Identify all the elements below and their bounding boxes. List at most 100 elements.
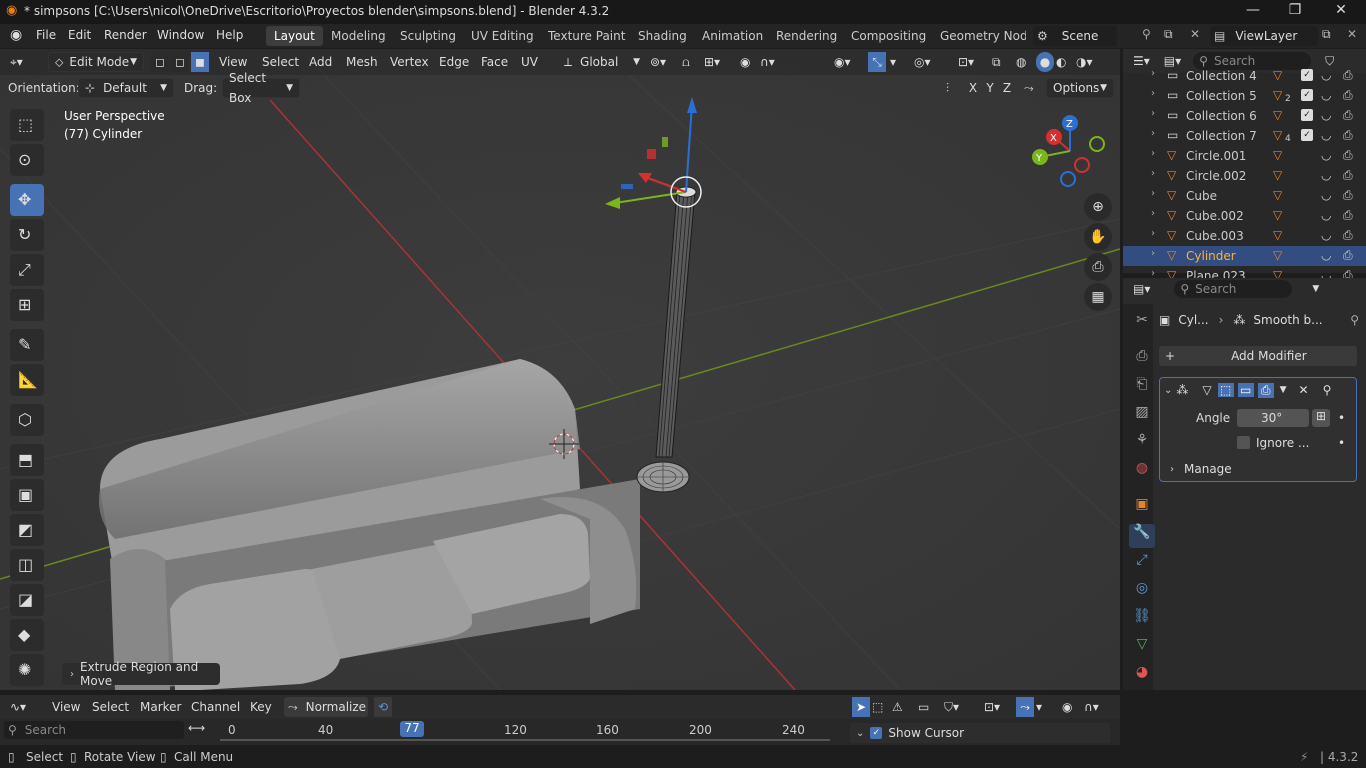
options-dropdown[interactable]: Options ▼ bbox=[1046, 78, 1114, 98]
spin-tool[interactable]: ✺ bbox=[10, 654, 44, 686]
menu-edit[interactable]: Edit bbox=[68, 28, 91, 42]
tab-shading[interactable]: Shading bbox=[630, 26, 695, 46]
rendered-shading-icon[interactable]: ◑▾ bbox=[1076, 52, 1093, 72]
poly-build-tool[interactable]: ◆ bbox=[10, 619, 44, 651]
blender-menu-icon[interactable]: ◉ bbox=[10, 27, 22, 43]
menu-help[interactable]: Help bbox=[216, 28, 243, 42]
exclude-checkbox[interactable]: ✓ bbox=[1301, 69, 1313, 81]
keyframe-dot-icon[interactable]: • bbox=[1338, 411, 1345, 425]
world-tab-icon[interactable]: ◍ bbox=[1129, 460, 1155, 484]
falloff-icon[interactable]: ∩▾ bbox=[760, 52, 775, 72]
outliner-row[interactable]: › ▭ Collection 5 ▽ 2 ✓ ◡ ⎙ bbox=[1123, 86, 1366, 106]
current-frame-indicator[interactable]: 77 bbox=[400, 721, 424, 737]
menu-window[interactable]: Window bbox=[157, 28, 204, 42]
viewport-menu-edge[interactable]: Edge bbox=[439, 52, 469, 72]
rotate-tool[interactable]: ↻ bbox=[10, 219, 44, 251]
knife-tool[interactable]: ◪ bbox=[10, 584, 44, 616]
cursor-tool[interactable]: ⊙ bbox=[10, 144, 44, 176]
tab-animation[interactable]: Animation bbox=[694, 26, 771, 46]
bevel-tool[interactable]: ◩ bbox=[10, 514, 44, 546]
mesh-edit-overlay-icon[interactable]: ⊡▾ bbox=[958, 52, 974, 72]
pin-icon[interactable]: ⚲ bbox=[1323, 383, 1332, 397]
timeline-menu-channel[interactable]: Channel bbox=[191, 697, 240, 717]
expand-arrow-icon[interactable]: › bbox=[1151, 128, 1155, 139]
auto-normalize-icon[interactable]: ⟲ bbox=[374, 697, 392, 717]
viewport-menu-vertex[interactable]: Vertex bbox=[390, 52, 429, 72]
viewlayer-selector[interactable]: ▤ ViewLayer bbox=[1210, 26, 1318, 46]
timeline-search-input[interactable]: ⚲ Search bbox=[4, 721, 184, 739]
expand-arrow-icon[interactable]: › bbox=[1151, 248, 1155, 259]
snap-dropdown-icon[interactable]: ▾ bbox=[1036, 697, 1042, 717]
errors-icon[interactable]: ⚠ bbox=[892, 697, 903, 717]
camera-render-icon[interactable]: ⎙ bbox=[1343, 188, 1353, 203]
collapse-icon[interactable]: ⌄ bbox=[1164, 385, 1172, 396]
properties-search-input[interactable]: ⚲ Search bbox=[1174, 280, 1293, 298]
mirror-y-toggle[interactable]: Y bbox=[983, 78, 997, 98]
visibility-eye-icon[interactable]: ◡ bbox=[1321, 88, 1331, 102]
vertex-select-icon[interactable]: ◻ bbox=[151, 52, 169, 72]
tab-uv-editing[interactable]: UV Editing bbox=[463, 26, 542, 46]
tab-layout[interactable]: Layout bbox=[266, 26, 323, 46]
pin-icon[interactable]: ⚲ bbox=[1142, 27, 1151, 41]
snap-icon[interactable]: ⤳ bbox=[1016, 697, 1034, 717]
operator-panel[interactable]: › Extrude Region and Move bbox=[62, 660, 220, 688]
data-tab-icon[interactable]: ▽ bbox=[1129, 636, 1155, 660]
visibility-eye-icon[interactable]: ◡ bbox=[1321, 128, 1331, 142]
outliner-row[interactable]: › ▽ Circle.002 ▽ ◡ ⎙ bbox=[1123, 166, 1366, 186]
expand-arrow-icon[interactable]: › bbox=[1151, 68, 1155, 79]
timeline-menu-key[interactable]: Key bbox=[250, 697, 272, 717]
navigation-gizmo[interactable]: Z X Y bbox=[1030, 111, 1110, 191]
auto-merge-icon[interactable]: ⤳ bbox=[1024, 78, 1034, 98]
camera-render-icon[interactable]: ⎙ bbox=[1343, 108, 1353, 123]
only-selected-icon[interactable]: ➤ bbox=[852, 697, 870, 717]
visibility-eye-icon[interactable]: ◡ bbox=[1321, 228, 1331, 242]
falloff-icon[interactable]: ∩▾ bbox=[1084, 697, 1099, 717]
delete-scene-icon[interactable]: ✕ bbox=[1190, 27, 1200, 41]
maximize-icon[interactable]: ❐ bbox=[1272, 2, 1318, 18]
minimize-icon[interactable]: — bbox=[1230, 2, 1276, 18]
hidden-icon[interactable]: ⬚ bbox=[872, 697, 883, 717]
expand-arrow-icon[interactable]: › bbox=[1151, 88, 1155, 99]
gizmo-toggle-icon[interactable]: ⤡ bbox=[868, 52, 886, 72]
proportional-icon[interactable]: ◉ bbox=[1062, 697, 1072, 717]
proportional-edit-icon[interactable]: ◉ bbox=[740, 52, 750, 72]
tab-geometry-nodes[interactable]: Geometry Node bbox=[932, 26, 1026, 46]
new-viewlayer-icon[interactable]: ⧉ bbox=[1322, 27, 1331, 42]
measure-tool[interactable]: 📐 bbox=[10, 364, 44, 396]
material-tab-icon[interactable]: ◕ bbox=[1129, 664, 1155, 688]
exclude-checkbox[interactable]: ✓ bbox=[1301, 89, 1313, 101]
outliner-row[interactable]: › ▭ Collection 6 ▽ ✓ ◡ ⎙ bbox=[1123, 106, 1366, 126]
face-select-icon[interactable]: ◼ bbox=[191, 52, 209, 72]
manage-subpanel[interactable]: › Manage bbox=[1170, 460, 1290, 478]
tool-tab-icon[interactable]: ✂ bbox=[1129, 312, 1155, 336]
physics-tab-icon[interactable]: ◎ bbox=[1129, 580, 1155, 604]
move-tool[interactable]: ✥ bbox=[10, 184, 44, 216]
filter-icon[interactable]: ⛉▾ bbox=[944, 697, 959, 717]
scene-tab-icon[interactable]: ⚘ bbox=[1129, 432, 1155, 456]
mirror-z-toggle[interactable]: Z bbox=[1000, 78, 1014, 98]
mirror-x-toggle[interactable]: X bbox=[966, 78, 980, 98]
gizmo-dropdown-icon[interactable]: ▾ bbox=[890, 52, 896, 72]
scene-selector[interactable]: ⚙ Scene bbox=[1033, 26, 1117, 46]
viewport-menu-add[interactable]: Add bbox=[309, 52, 332, 72]
keyframe-dot-icon[interactable]: • bbox=[1338, 436, 1345, 450]
outliner-row[interactable]: › ▽ Circle.001 ▽ ◡ ⎙ bbox=[1123, 146, 1366, 166]
outliner-row[interactable]: › ▽ Cube.003 ▽ ◡ ⎙ bbox=[1123, 226, 1366, 246]
tab-modeling[interactable]: Modeling bbox=[323, 26, 394, 46]
timeline-ruler[interactable]: 0 40 77 120 160 200 240 bbox=[214, 719, 844, 741]
expand-arrow-icon[interactable]: › bbox=[1151, 148, 1155, 159]
particles-tab-icon[interactable]: ⤢ bbox=[1129, 552, 1155, 576]
snap-target-icon[interactable]: ⊞▾ bbox=[704, 52, 720, 72]
visibility-eye-icon[interactable]: ◡ bbox=[1321, 188, 1331, 202]
exclude-checkbox[interactable]: ✓ bbox=[1301, 129, 1313, 141]
outliner-row[interactable]: › ▽ Cylinder ▽ ◡ ⎙ bbox=[1123, 246, 1366, 266]
drag-dropdown[interactable]: Select Box ▼ bbox=[222, 71, 300, 105]
timeline-scrollbar[interactable] bbox=[220, 739, 830, 741]
chevron-down-icon[interactable]: ▼ bbox=[1312, 284, 1319, 294]
chevron-down-icon[interactable]: ▼ bbox=[1280, 385, 1287, 395]
tab-compositing[interactable]: Compositing bbox=[843, 26, 934, 46]
pin-icon[interactable]: ⚲ bbox=[1350, 313, 1359, 327]
camera-render-icon[interactable]: ⎙ bbox=[1343, 88, 1353, 103]
tab-rendering[interactable]: Rendering bbox=[768, 26, 845, 46]
camera-render-icon[interactable]: ⎙ bbox=[1343, 128, 1353, 143]
